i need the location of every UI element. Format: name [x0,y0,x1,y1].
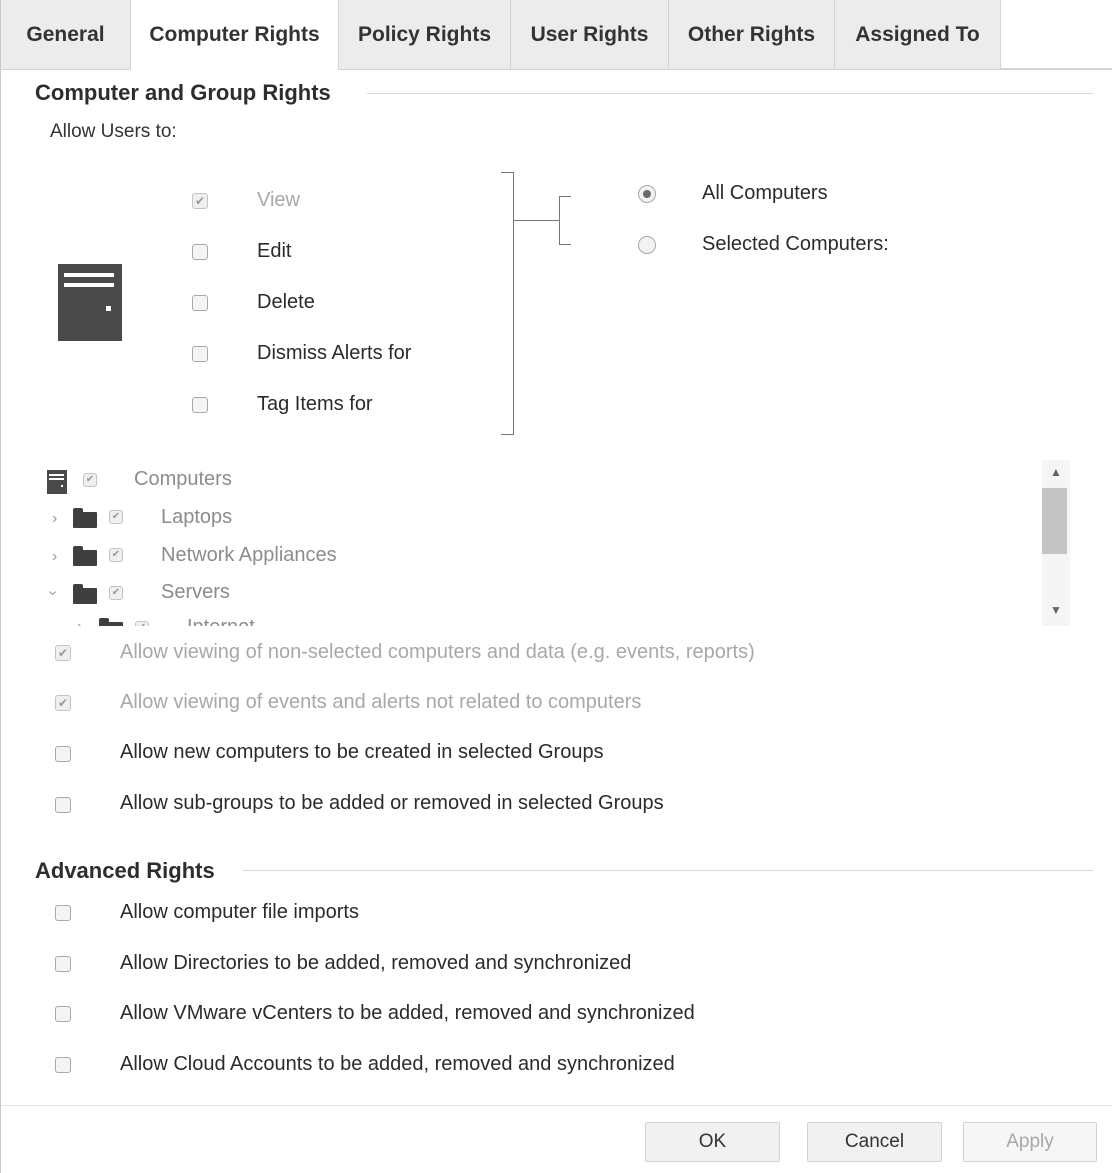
section-divider [367,93,1093,94]
tree-item-label: Servers [161,581,230,603]
dismiss-alerts-label: Dismiss Alerts for [257,342,412,364]
option-label-sub-groups: Allow sub-groups to be added or removed … [120,792,664,814]
allow-users-label: Allow Users to: [50,121,177,142]
advanced-checkbox-file-imports[interactable] [55,905,71,921]
folder-icon [73,546,97,566]
selected-computers-radio[interactable] [638,236,656,254]
folder-icon [99,618,123,626]
tree-item-label: Internet [187,616,255,626]
option-label-view-non-selected: Allow viewing of non-selected computers … [120,641,755,663]
computer-icon [58,264,122,341]
computer-icon [47,470,67,494]
selected-computers-label: Selected Computers: [702,233,889,255]
footer-divider [1,1105,1112,1106]
tree-item-label: Network Appliances [161,544,337,566]
all-computers-radio[interactable] [638,185,656,203]
edit-label: Edit [257,240,292,262]
advanced-checkbox-directories[interactable] [55,956,71,972]
tree-checkbox: ✔ [135,621,149,626]
advanced-checkbox-cloud-accounts[interactable] [55,1057,71,1073]
advanced-label-file-imports: Allow computer file imports [120,901,359,923]
tab-assigned-to[interactable]: Assigned To [835,0,1001,70]
edit-checkbox[interactable] [192,244,208,260]
tab-user-rights[interactable]: User Rights [511,0,669,70]
chevron-right-icon[interactable]: › [77,618,82,626]
scroll-up-icon[interactable]: ▲ [1042,465,1070,479]
advanced-label-directories: Allow Directories to be added, removed a… [120,952,632,974]
folder-icon [73,584,97,604]
delete-label: Delete [257,291,315,313]
tag-items-checkbox[interactable] [192,397,208,413]
apply-button: Apply [963,1122,1097,1162]
all-computers-label: All Computers [702,182,828,204]
tag-items-label: Tag Items for [257,393,373,415]
scroll-down-icon[interactable]: ▼ [1042,603,1070,617]
advanced-label-vcenters: Allow VMware vCenters to be added, remov… [120,1002,695,1024]
tree-item-label: Computers [134,468,232,490]
tree-checkbox: ✔ [109,548,123,562]
scrollbar-thumb[interactable] [1042,488,1067,554]
computer-tree: ✔ Computers › ✔ Laptops › ✔ Network Appl… [41,460,1071,626]
tab-policy-rights[interactable]: Policy Rights [339,0,511,70]
chevron-right-icon[interactable]: › [52,548,57,566]
option-checkbox-view-events: ✔ [55,695,71,711]
option-checkbox-sub-groups[interactable] [55,797,71,813]
chevron-right-icon[interactable]: › [52,510,57,528]
option-label-create-computers: Allow new computers to be created in sel… [120,741,604,763]
tree-item-label: Laptops [161,506,233,528]
advanced-label-cloud-accounts: Allow Cloud Accounts to be added, remove… [120,1053,675,1075]
option-label-view-events: Allow viewing of events and alerts not r… [120,691,642,713]
properties-dialog: General Computer Rights Policy Rights Us… [0,0,1112,1173]
delete-checkbox[interactable] [192,295,208,311]
view-label: View [257,189,300,211]
chevron-down-icon[interactable]: › [44,590,62,595]
option-checkbox-view-non-selected: ✔ [55,645,71,661]
tab-other-rights[interactable]: Other Rights [669,0,835,70]
ok-button[interactable]: OK [645,1122,780,1162]
section-title-computer-group-rights: Computer and Group Rights [35,80,331,105]
tree-checkbox: ✔ [109,510,123,524]
tree-checkbox: ✔ [109,586,123,600]
dismiss-alerts-checkbox[interactable] [192,346,208,362]
folder-icon [73,508,97,528]
tab-general[interactable]: General [1,0,131,70]
tree-checkbox: ✔ [83,473,97,487]
view-checkbox: ✔ [192,193,208,209]
tab-computer-rights[interactable]: Computer Rights [131,0,339,70]
cancel-button[interactable]: Cancel [807,1122,942,1162]
section-title-advanced-rights: Advanced Rights [35,858,215,883]
tab-bar-spacer [1001,0,1112,69]
tab-bar: General Computer Rights Policy Rights Us… [1,0,1112,70]
advanced-checkbox-vcenters[interactable] [55,1006,71,1022]
option-checkbox-create-computers[interactable] [55,746,71,762]
section-divider [243,870,1093,871]
